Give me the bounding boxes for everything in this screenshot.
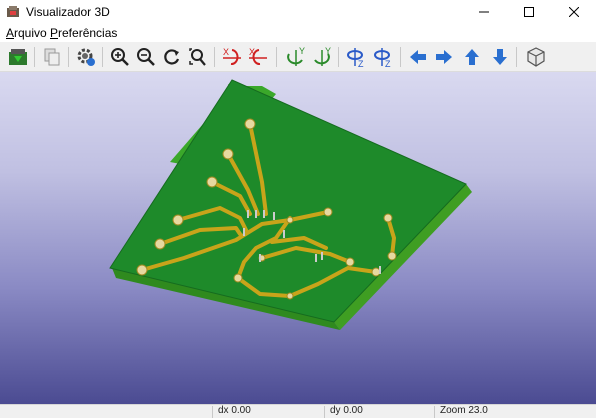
rotate-y-ccw-icon: Y — [314, 46, 331, 66]
move-left-icon — [410, 50, 426, 64]
status-zoom: Zoom 23.0 — [440, 405, 488, 416]
toolbar: X X Y Y Z Z — [0, 42, 596, 72]
status-dy: dy 0.00 — [330, 405, 363, 416]
toolbar-separator — [516, 47, 517, 67]
3d-viewport[interactable] — [0, 72, 596, 404]
toolbar-separator — [338, 47, 339, 67]
maximize-button[interactable] — [506, 0, 551, 24]
rotate-x-ccw-button[interactable]: X — [246, 45, 270, 69]
toolbar-separator — [214, 47, 215, 67]
move-up-icon — [465, 49, 479, 65]
rotate-y-cw-button[interactable]: Y — [284, 45, 308, 69]
close-icon — [568, 7, 579, 17]
status-divider — [212, 406, 213, 418]
zoom-fit-button[interactable] — [186, 45, 210, 69]
reload-board-icon — [9, 49, 27, 65]
rotate-z-cw-icon: Z — [347, 48, 364, 68]
kicad-3d-app-icon — [7, 6, 19, 17]
toolbar-separator — [102, 47, 103, 67]
rotate-x-ccw-icon: X — [249, 47, 267, 65]
rotate-z-ccw-icon: Z — [374, 48, 391, 68]
ortho-toggle-icon — [527, 47, 545, 67]
status-bar: dx 0.00 dy 0.00 Zoom 23.0 — [0, 404, 596, 418]
close-button[interactable] — [551, 0, 596, 24]
copy-image-button[interactable] — [40, 45, 64, 69]
rotate-y-ccw-button[interactable]: Y — [310, 45, 334, 69]
title-bar: Visualizador 3D — [0, 0, 596, 24]
zoom-in-button[interactable] — [108, 45, 132, 69]
window-title: Visualizador 3D — [26, 5, 110, 19]
move-left-button[interactable] — [406, 45, 430, 69]
rotate-x-cw-button[interactable]: X — [220, 45, 244, 69]
copy-image-icon — [44, 48, 60, 66]
pcb-render — [109, 79, 472, 330]
ortho-toggle-button[interactable] — [524, 45, 548, 69]
zoom-refresh-icon — [164, 49, 180, 65]
menu-preferencias-rest: referências — [58, 26, 118, 40]
zoom-fit-icon — [189, 48, 206, 66]
maximize-icon — [523, 7, 534, 17]
toolbar-separator — [34, 47, 35, 67]
status-divider — [434, 406, 435, 418]
move-right-icon — [436, 50, 452, 64]
menu-bar: Arquivo Preferências — [0, 24, 596, 42]
menu-arquivo-rest: rquivo — [14, 26, 47, 40]
toolbar-separator — [276, 47, 277, 67]
minimize-button[interactable] — [461, 0, 506, 24]
menu-arquivo-accel: A — [6, 26, 15, 40]
settings-button[interactable] — [74, 45, 98, 69]
menu-preferencias-accel: P — [50, 26, 59, 40]
menu-preferencias[interactable]: Preferências — [50, 26, 117, 40]
rotate-z-ccw-button[interactable]: Z — [370, 45, 394, 69]
toolbar-separator — [68, 47, 69, 67]
rotate-y-cw-icon: Y — [287, 46, 305, 66]
move-down-icon — [493, 49, 507, 65]
settings-icon — [77, 48, 95, 66]
move-right-button[interactable] — [432, 45, 456, 69]
minimize-icon — [478, 11, 489, 13]
rotate-z-cw-button[interactable]: Z — [344, 45, 368, 69]
zoom-out-button[interactable] — [134, 45, 158, 69]
zoom-out-icon — [137, 48, 155, 66]
move-up-button[interactable] — [460, 45, 484, 69]
svg-text:Z: Z — [385, 59, 391, 68]
reload-board-button[interactable] — [6, 45, 30, 69]
zoom-refresh-button[interactable] — [160, 45, 184, 69]
status-divider — [324, 406, 325, 418]
status-dx: dx 0.00 — [218, 405, 251, 416]
svg-text:X: X — [223, 47, 229, 57]
menu-arquivo[interactable]: Arquivo — [6, 26, 47, 40]
rotate-x-cw-icon: X — [223, 47, 241, 65]
svg-text:Z: Z — [358, 59, 364, 68]
zoom-in-icon — [111, 48, 129, 66]
move-down-button[interactable] — [488, 45, 512, 69]
svg-text:Y: Y — [299, 46, 305, 56]
toolbar-separator — [400, 47, 401, 67]
